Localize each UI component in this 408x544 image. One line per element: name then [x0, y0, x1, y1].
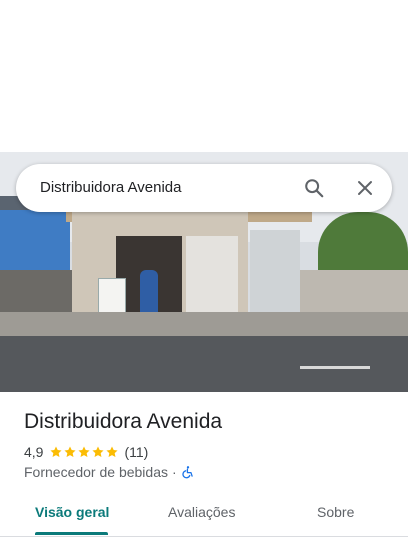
active-tab-indicator	[35, 532, 108, 535]
rating-value: 4,9	[24, 444, 44, 460]
photo-road-marking	[300, 366, 370, 369]
rating-stars	[49, 445, 119, 459]
separator-dot: ·	[172, 464, 177, 480]
star-icon	[78, 446, 91, 457]
close-icon	[358, 181, 372, 195]
star-icon	[64, 446, 77, 457]
star-icon	[50, 446, 63, 457]
tab-visao-geral[interactable]: Visão geral	[35, 504, 109, 520]
category-row: Fornecedor de bebidas ·	[24, 464, 195, 480]
place-title: Distribuidora Avenida	[24, 410, 223, 433]
tab-avaliacoes[interactable]: Avaliações	[168, 504, 235, 520]
photo-blue-house	[0, 210, 70, 272]
close-button[interactable]	[351, 174, 379, 202]
search-icon	[305, 179, 324, 198]
star-icon	[92, 446, 105, 457]
review-count[interactable]: (11)	[124, 444, 148, 460]
tab-sobre[interactable]: Sobre	[317, 504, 354, 520]
search-button[interactable]	[300, 174, 328, 202]
wheelchair-icon	[182, 466, 193, 479]
photo-wall-right	[300, 270, 408, 316]
photo-road	[0, 336, 408, 392]
tab-bar: Visão geral Avaliações Sobre	[0, 490, 408, 536]
search-input[interactable]: Distribuidora Avenida	[40, 179, 181, 196]
photo-shop-door-right	[186, 236, 238, 322]
place-category[interactable]: Fornecedor de bebidas	[24, 464, 168, 480]
photo-gate	[250, 230, 300, 316]
rating-row[interactable]: 4,9 (11)	[24, 444, 148, 460]
tabs-divider	[0, 536, 408, 537]
search-bar[interactable]: Distribuidora Avenida	[16, 164, 392, 212]
star-icon	[106, 446, 119, 457]
